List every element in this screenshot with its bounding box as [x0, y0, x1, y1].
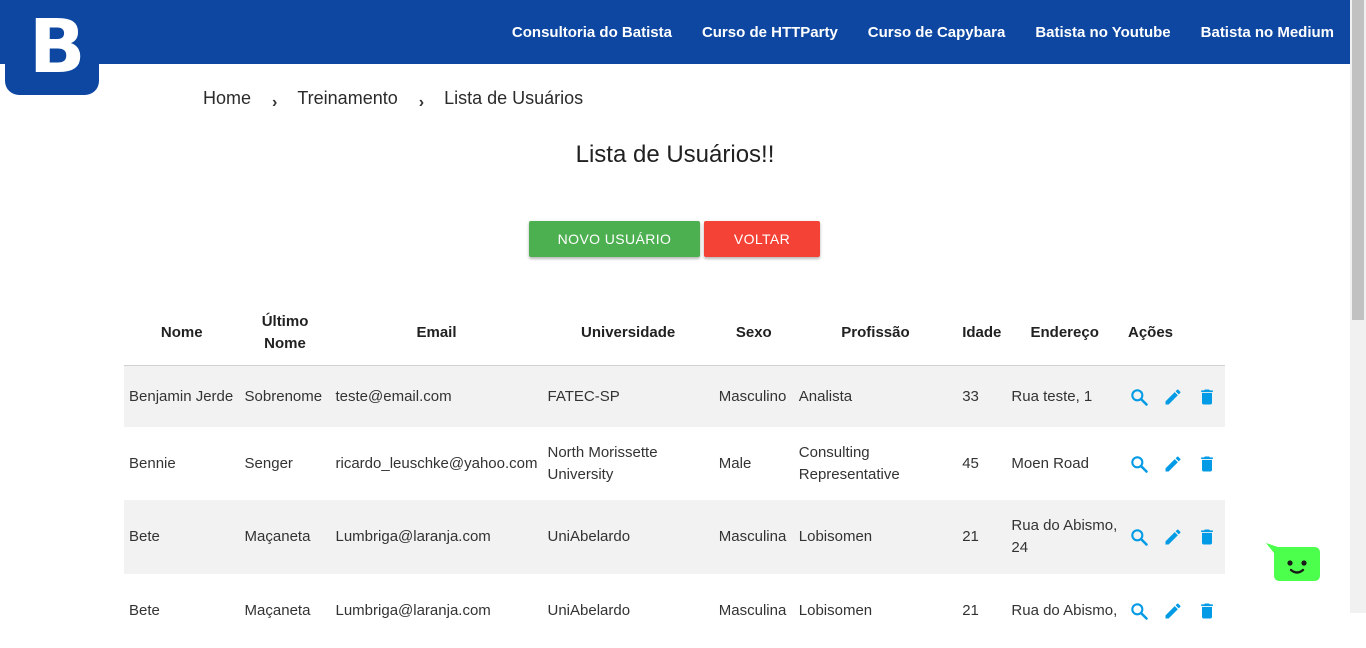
cell-sexo: Masculina — [713, 574, 794, 648]
cell-ultimo-nome: Maçaneta — [239, 500, 331, 574]
cell-acoes — [1122, 574, 1225, 648]
search-icon[interactable] — [1128, 453, 1150, 475]
cell-idade: 21 — [957, 500, 1007, 574]
breadcrumb-current[interactable]: Lista de Usuários — [444, 88, 583, 109]
row-actions — [1128, 600, 1220, 622]
cell-ultimo-nome: Senger — [239, 427, 331, 500]
page-title: Lista de Usuários!! — [575, 141, 775, 168]
trash-icon[interactable] — [1196, 526, 1218, 548]
row-actions — [1128, 526, 1220, 548]
table-row: Bete Maçaneta Lumbriga@laranja.com UniAb… — [124, 500, 1225, 574]
table-row: Bete Maçaneta Lumbriga@laranja.com UniAb… — [124, 574, 1225, 648]
cell-acoes — [1122, 365, 1225, 427]
cell-universidade: North Morissette University — [542, 427, 714, 500]
chat-bot-icon[interactable] — [1266, 543, 1320, 581]
breadcrumb-treinamento[interactable]: Treinamento — [297, 88, 397, 109]
col-header-ultimo-nome-line2: Nome — [264, 334, 306, 352]
col-header-endereco: Endereço — [1006, 300, 1123, 366]
cell-universidade: UniAbelardo — [542, 500, 714, 574]
col-header-idade: Idade — [957, 300, 1007, 366]
row-actions — [1128, 453, 1220, 475]
cell-email: Lumbriga@laranja.com — [330, 500, 543, 574]
nav-link-medium[interactable]: Batista no Medium — [1201, 24, 1334, 41]
breadcrumb-home[interactable]: Home — [203, 88, 251, 109]
trash-icon[interactable] — [1196, 386, 1218, 408]
table-header-row: Nome Último Nome Email Universidade Sexo… — [124, 300, 1225, 366]
cell-nome: Bennie — [124, 427, 240, 500]
brand-logo[interactable]: B — [5, 0, 99, 95]
breadcrumb: Home › Treinamento › Lista de Usuários — [203, 86, 583, 112]
cell-ultimo-nome: Sobrenome — [239, 365, 331, 427]
nav-link-httparty[interactable]: Curso de HTTParty — [702, 24, 838, 41]
action-buttons: NOVO USUÁRIO VOLTAR — [529, 221, 820, 257]
pencil-icon[interactable] — [1162, 526, 1184, 548]
col-header-nome: Nome — [124, 300, 240, 366]
cell-acoes — [1122, 427, 1225, 500]
cell-idade: 33 — [957, 365, 1007, 427]
trash-icon[interactable] — [1196, 600, 1218, 622]
cell-sexo: Masculina — [713, 500, 794, 574]
nav-links: Consultoria do Batista Curso de HTTParty… — [482, 0, 1334, 64]
cell-idade: 21 — [957, 574, 1007, 648]
cell-email: Lumbriga@laranja.com — [330, 574, 543, 648]
scrollbar-thumb[interactable] — [1352, 0, 1364, 320]
cell-profissao: Lobisomen — [793, 500, 958, 574]
cell-endereco: Rua teste, 1 — [1006, 365, 1123, 427]
chevron-right-icon: › — [418, 94, 425, 111]
col-header-email: Email — [330, 300, 543, 366]
col-header-acoes: Ações — [1122, 300, 1225, 366]
search-icon[interactable] — [1128, 386, 1150, 408]
top-navbar: Consultoria do Batista Curso de HTTParty… — [0, 0, 1350, 64]
cell-profissao: Consulting Representative — [793, 427, 958, 500]
cell-nome: Benjamin Jerde — [124, 365, 240, 427]
col-header-universidade: Universidade — [542, 300, 714, 366]
cell-profissao: Lobisomen — [793, 574, 958, 648]
users-table: Nome Último Nome Email Universidade Sexo… — [124, 300, 1225, 648]
scrollbar-track[interactable] — [1350, 0, 1366, 613]
table-row: Benjamin Jerde Sobrenome teste@email.com… — [124, 365, 1225, 427]
col-header-ultimo-nome-line1: Último — [261, 312, 309, 330]
cell-universidade: FATEC-SP — [542, 365, 714, 427]
cell-email: ricardo_leuschke@yahoo.com — [330, 427, 543, 500]
pencil-icon[interactable] — [1162, 453, 1184, 475]
chevron-right-icon: › — [272, 94, 278, 111]
cell-universidade: UniAbelardo — [542, 574, 714, 648]
back-button[interactable]: VOLTAR — [704, 221, 820, 257]
search-icon[interactable] — [1128, 600, 1150, 622]
nav-link-consultoria[interactable]: Consultoria do Batista — [512, 24, 672, 41]
cell-endereco: Rua do Abismo, — [1006, 574, 1123, 648]
pencil-icon[interactable] — [1162, 600, 1184, 622]
cell-profissao: Analista — [793, 365, 958, 427]
col-header-sexo: Sexo — [713, 300, 794, 366]
cell-endereco: Rua do Abismo, 24 — [1006, 500, 1123, 574]
col-header-ultimo-nome: Último Nome — [239, 300, 331, 366]
cell-email: teste@email.com — [330, 365, 543, 427]
search-icon[interactable] — [1128, 526, 1150, 548]
cell-ultimo-nome: Maçaneta — [239, 574, 331, 648]
brand-logo-letter: B — [29, 4, 86, 90]
col-header-profissao: Profissão — [793, 300, 958, 366]
trash-icon[interactable] — [1196, 453, 1218, 475]
cell-acoes — [1122, 500, 1225, 574]
new-user-button[interactable]: NOVO USUÁRIO — [529, 221, 700, 257]
row-actions — [1128, 386, 1220, 408]
table-row: Bennie Senger ricardo_leuschke@yahoo.com… — [124, 427, 1225, 500]
cell-idade: 45 — [957, 427, 1007, 500]
cell-sexo: Male — [713, 427, 794, 500]
pencil-icon[interactable] — [1162, 386, 1184, 408]
cell-nome: Bete — [124, 574, 240, 648]
cell-endereco: Moen Road — [1006, 427, 1123, 500]
cell-nome: Bete — [124, 500, 240, 574]
cell-sexo: Masculino — [713, 365, 794, 427]
nav-link-capybara[interactable]: Curso de Capybara — [868, 24, 1006, 41]
nav-link-youtube[interactable]: Batista no Youtube — [1035, 24, 1170, 41]
